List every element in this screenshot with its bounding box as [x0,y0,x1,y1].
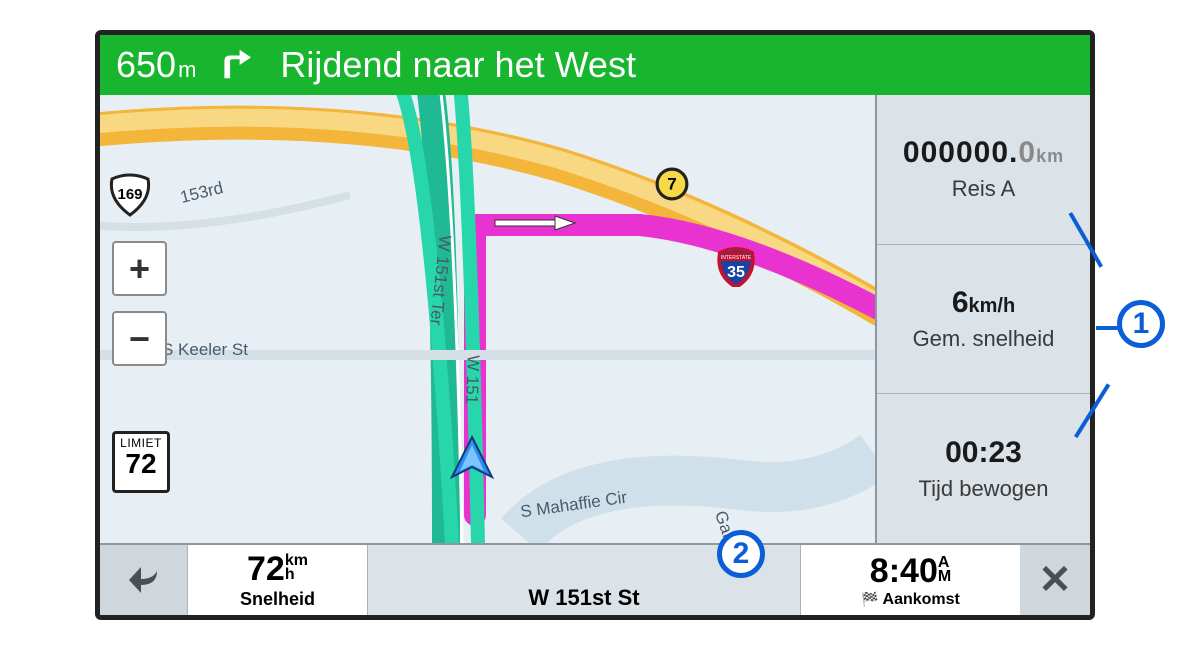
next-turn-distance-unit: m [178,57,196,83]
device-frame: 650m Rijdend naar het West [95,30,1095,620]
odometer-label: Reis A [952,176,1016,202]
us-route-shield-169: 169 [108,173,152,222]
svg-text:169: 169 [117,186,142,203]
eta-value: 8:40AM [870,552,951,591]
direction-text: Rijdend naar het West [280,44,636,86]
eta-field[interactable]: 8:40AM 🏁Aankomst [800,545,1020,615]
street-label-keeler: S Keeler St [162,340,248,360]
annotation-callout-1: 1 [1117,300,1165,348]
annotation-callout-2: 2 [717,530,765,578]
current-speed-field[interactable]: 72kmh Snelheid [188,545,368,615]
current-street-name: W 151st St [528,585,639,611]
time-moving-field[interactable]: 00:23 Tijd bewogen [877,394,1090,543]
street-label-w151: W 151 [461,355,483,405]
odometer-value: 000000.0km [903,136,1064,170]
odometer-field[interactable]: 000000.0km Reis A [877,95,1090,245]
back-button[interactable] [100,545,188,615]
time-moving-label: Tijd bewogen [918,476,1048,502]
vehicle-marker-icon [448,435,496,483]
svg-text:7: 7 [667,174,676,193]
svg-text:35: 35 [727,264,745,281]
svg-text:INTERSTATE: INTERSTATE [721,255,752,261]
eta-label: 🏁Aankomst [861,591,960,609]
current-speed-value: 72kmh [247,550,308,589]
zoom-in-button[interactable]: + [112,241,167,296]
interstate-shield-35: INTERSTATE 35 [716,247,756,292]
trip-data-panel: 000000.0km Reis A 6km/h Gem. snelheid 00… [875,95,1090,543]
close-icon: ✕ [1038,557,1072,603]
next-turn-distance: 650m [100,44,212,86]
highway-shield-7: 7 [655,167,689,206]
turn-right-icon [212,45,252,85]
avg-speed-label: Gem. snelheid [913,326,1055,352]
next-turn-distance-value: 650 [116,44,176,86]
avg-speed-field[interactable]: 6km/h Gem. snelheid [877,245,1090,395]
back-arrow-icon [123,559,165,601]
speed-limit-value: 72 [115,450,167,478]
zoom-out-button[interactable]: − [112,311,167,366]
speed-limit-sign[interactable]: LIMIET 72 [112,431,170,493]
time-moving-value: 00:23 [945,436,1022,470]
checkered-flag-icon: 🏁 [861,591,878,607]
current-speed-label: Snelheid [240,589,315,610]
bottom-bar: 72kmh Snelheid W 151st St 8:40AM 🏁Aankom… [100,543,1090,615]
close-button[interactable]: ✕ [1020,545,1090,615]
map-canvas[interactable]: S Keeler St W 151st Ter W 151 S Mahaffie… [100,95,875,543]
avg-speed-value: 6km/h [952,286,1015,320]
next-turn-bar[interactable]: 650m Rijdend naar het West [100,35,1090,95]
